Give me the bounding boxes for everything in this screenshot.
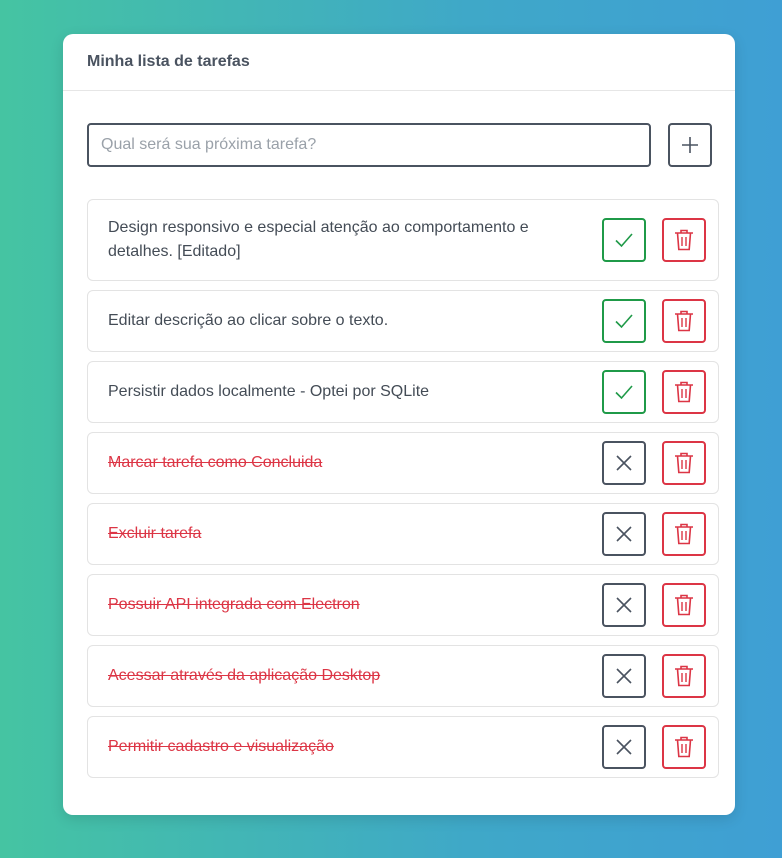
x-icon bbox=[616, 739, 632, 755]
task-actions bbox=[602, 512, 718, 556]
add-task-button[interactable] bbox=[668, 123, 712, 167]
task-item: Editar descrição ao clicar sobre o texto… bbox=[87, 290, 719, 352]
reopen-task-button[interactable] bbox=[602, 654, 646, 698]
task-actions bbox=[602, 654, 718, 698]
delete-task-button[interactable] bbox=[662, 441, 706, 485]
new-task-row bbox=[87, 123, 712, 167]
trash-icon bbox=[675, 229, 693, 251]
plus-icon bbox=[682, 137, 698, 153]
task-text[interactable]: Excluir tarefa bbox=[88, 522, 602, 546]
x-icon bbox=[616, 526, 632, 542]
delete-task-button[interactable] bbox=[662, 299, 706, 343]
task-text[interactable]: Permitir cadastro e visualização bbox=[88, 735, 602, 759]
task-text[interactable]: Marcar tarefa como Concluida bbox=[88, 451, 602, 475]
check-icon bbox=[615, 385, 633, 400]
task-actions bbox=[602, 370, 718, 414]
task-item: Excluir tarefa bbox=[87, 503, 719, 565]
task-text[interactable]: Editar descrição ao clicar sobre o texto… bbox=[88, 309, 602, 333]
reopen-task-button[interactable] bbox=[602, 512, 646, 556]
task-item: Possuir API integrada com Electron bbox=[87, 574, 719, 636]
card-header: Minha lista de tarefas bbox=[63, 34, 735, 91]
task-item: Permitir cadastro e visualização bbox=[87, 716, 719, 778]
task-actions bbox=[602, 299, 718, 343]
complete-task-button[interactable] bbox=[602, 218, 646, 262]
task-text[interactable]: Design responsivo e especial atenção ao … bbox=[88, 216, 602, 264]
delete-task-button[interactable] bbox=[662, 583, 706, 627]
new-task-input[interactable] bbox=[87, 123, 651, 167]
reopen-task-button[interactable] bbox=[602, 441, 646, 485]
check-icon bbox=[615, 233, 633, 248]
trash-icon bbox=[675, 452, 693, 474]
task-actions bbox=[602, 583, 718, 627]
task-text[interactable]: Acessar através da aplicação Desktop bbox=[88, 664, 602, 688]
task-item: Acessar através da aplicação Desktop bbox=[87, 645, 719, 707]
complete-task-button[interactable] bbox=[602, 370, 646, 414]
delete-task-button[interactable] bbox=[662, 370, 706, 414]
delete-task-button[interactable] bbox=[662, 654, 706, 698]
check-icon bbox=[615, 314, 633, 329]
task-list: Design responsivo e especial atenção ao … bbox=[87, 199, 719, 787]
delete-task-button[interactable] bbox=[662, 725, 706, 769]
trash-icon bbox=[675, 381, 693, 403]
trash-icon bbox=[675, 736, 693, 758]
task-item: Design responsivo e especial atenção ao … bbox=[87, 199, 719, 281]
reopen-task-button[interactable] bbox=[602, 725, 646, 769]
trash-icon bbox=[675, 594, 693, 616]
complete-task-button[interactable] bbox=[602, 299, 646, 343]
delete-task-button[interactable] bbox=[662, 218, 706, 262]
trash-icon bbox=[675, 310, 693, 332]
x-icon bbox=[616, 597, 632, 613]
trash-icon bbox=[675, 665, 693, 687]
todo-card: Minha lista de tarefas Design responsivo… bbox=[63, 34, 735, 815]
x-icon bbox=[616, 455, 632, 471]
delete-task-button[interactable] bbox=[662, 512, 706, 556]
task-item: Marcar tarefa como Concluida bbox=[87, 432, 719, 494]
reopen-task-button[interactable] bbox=[602, 583, 646, 627]
task-text[interactable]: Persistir dados localmente - Optei por S… bbox=[88, 380, 602, 404]
task-actions bbox=[602, 218, 718, 262]
task-text[interactable]: Possuir API integrada com Electron bbox=[88, 593, 602, 617]
task-item: Persistir dados localmente - Optei por S… bbox=[87, 361, 719, 423]
task-actions bbox=[602, 441, 718, 485]
task-actions bbox=[602, 725, 718, 769]
x-icon bbox=[616, 668, 632, 684]
page-title: Minha lista de tarefas bbox=[87, 53, 250, 70]
trash-icon bbox=[675, 523, 693, 545]
